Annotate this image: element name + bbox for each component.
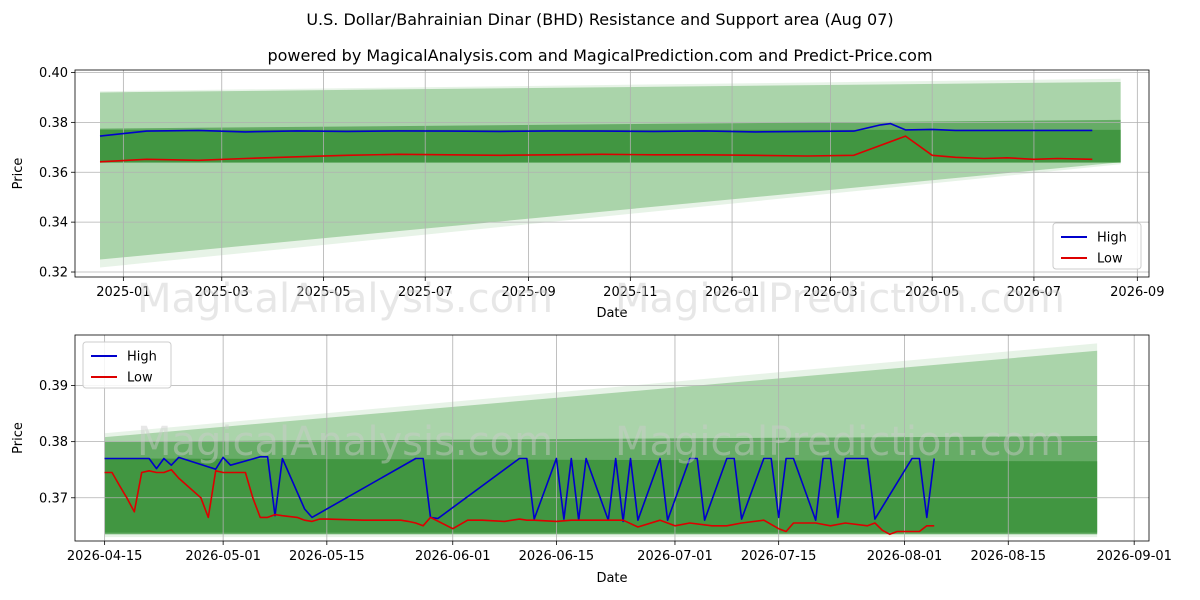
y-tick-label: 0.39 — [39, 379, 68, 394]
x-tick-label: 2026-05-15 — [289, 549, 365, 564]
y-tick-label: 0.36 — [39, 166, 68, 181]
legend-label-low: Low — [1097, 252, 1123, 267]
x-tick-label: 2026-06-15 — [519, 549, 595, 564]
x-tick-label: 2026-09 — [1110, 285, 1164, 300]
watermark-left: MagicalAnalysis.com — [137, 276, 553, 322]
x-axis-label: Date — [596, 571, 627, 586]
band-layer-3 — [104, 458, 1098, 533]
watermark-right-bottom: MagicalPrediction.com — [615, 419, 1065, 465]
x-tick-label: 2026-05-01 — [185, 549, 261, 564]
x-tick-label: 2026-08-01 — [867, 549, 943, 564]
legend-label-high: High — [1097, 231, 1127, 246]
y-axis-label: Price — [11, 422, 26, 454]
x-tick-label: 2026-07-15 — [741, 549, 817, 564]
legend-label-high: High — [127, 350, 157, 365]
y-tick-label: 0.34 — [39, 216, 68, 231]
x-tick-label: 2026-06-01 — [415, 549, 491, 564]
y-tick-label: 0.38 — [39, 116, 68, 131]
watermark-right: MagicalPrediction.com — [615, 276, 1065, 322]
x-tick-label: 2026-04-15 — [67, 549, 143, 564]
legend: High Low — [1052, 222, 1142, 270]
x-tick-label: 2026-07-01 — [637, 549, 713, 564]
y-tick-label: 0.38 — [39, 435, 68, 450]
y-axis-label: Price — [11, 158, 26, 190]
y-tick-label: 0.37 — [39, 491, 68, 506]
x-tick-label: 2026-08-15 — [970, 549, 1046, 564]
legend-label-low: Low — [127, 371, 153, 386]
figure: 2025-01 2025-03 2025-05 2025-07 2025-09 2025-… — [11, 66, 1172, 586]
legend: High Low — [82, 341, 172, 389]
x-tick-label: 2026-09-01 — [1096, 549, 1172, 564]
band-layer-1 — [100, 81, 1121, 260]
y-tick-label: 0.40 — [39, 66, 68, 81]
y-tick-label: 0.32 — [39, 266, 68, 281]
watermark-left-bottom: MagicalAnalysis.com — [137, 419, 553, 465]
